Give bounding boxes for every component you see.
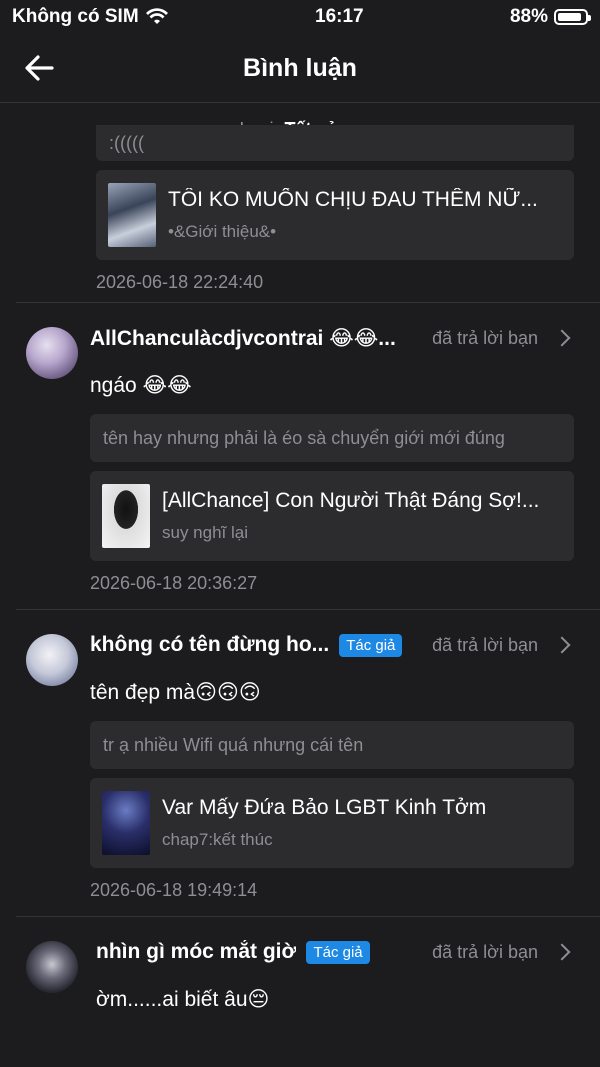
work-cover-image <box>102 484 150 548</box>
avatar[interactable] <box>26 941 78 993</box>
comment-text: ngáo 😂😂 <box>90 374 192 397</box>
replied-label: đã trả lời bạn <box>432 941 538 962</box>
comment-text: tên đẹp mà🙃🙃🙃 <box>90 681 261 704</box>
replied-label: đã trả lời bạn <box>432 327 538 348</box>
work-title: [AllChance] Con Người Thật Đáng Sợ!... <box>162 489 540 512</box>
comment-date: 2026-06-18 19:49:14 <box>90 880 258 900</box>
linked-work-card[interactable]: TÔI KO MUỐN CHỊU ĐAU THÊM NỮ... •&Giới t… <box>96 170 574 260</box>
clock-text: 16:17 <box>315 6 364 27</box>
replied-label: đã trả lời bạn <box>432 634 538 655</box>
quoted-comment-text: :((((( <box>109 132 144 153</box>
linked-work-card[interactable]: Var Mấy Đứa Bảo LGBT Kinh Tởm chap7:kết … <box>90 778 574 868</box>
chevron-right-icon <box>553 636 571 654</box>
linked-work-card[interactable]: [AllChance] Con Người Thật Đáng Sợ!... s… <box>90 471 574 561</box>
status-bar: Không có SIM 16:17 88% <box>0 0 600 34</box>
chevron-right-icon <box>553 943 571 961</box>
battery-percent: 88% <box>509 6 548 27</box>
username[interactable]: không có tên đừng ho... <box>90 633 329 657</box>
quoted-comment: tên hay nhưng phải là éo sà chuyển giới … <box>90 414 574 462</box>
username[interactable]: nhìn gì móc mắt giờ <box>96 940 296 964</box>
carrier-text: Không có SIM <box>12 6 139 27</box>
back-button[interactable] <box>22 52 58 84</box>
wifi-icon <box>145 8 168 24</box>
comment-item-partial: :((((( TÔI KO MUỐN CHỊU ĐAU THÊM NỮ... •… <box>0 125 600 302</box>
quoted-comment: tr ạ nhiều Wifi quá nhưng cái tên <box>90 721 574 769</box>
avatar[interactable] <box>26 327 78 379</box>
work-cover-image <box>108 183 156 247</box>
comment-item[interactable]: nhìn gì móc mắt giờ Tác giả đã trả lời b… <box>0 917 600 1012</box>
nav-bar: Bình luận <box>0 34 600 103</box>
comment-item[interactable]: AllChanculàcdjvcontrai 😂😂... đã trả lời … <box>0 303 600 609</box>
comment-date: 2026-06-18 22:24:40 <box>96 272 264 292</box>
work-subtitle: suy nghĩ lại <box>162 523 248 542</box>
work-subtitle: chap7:kết thúc <box>162 830 273 849</box>
page-title: Bình luận <box>243 53 357 82</box>
author-badge: Tác giả <box>339 633 403 657</box>
comment-feed: :((((( TÔI KO MUỐN CHỊU ĐAU THÊM NỮ... •… <box>0 125 600 1012</box>
work-cover-image <box>102 791 150 855</box>
comment-text: ờm......ai biết âu😔 <box>96 988 270 1011</box>
username[interactable]: AllChanculàcdjvcontrai 😂😂... <box>90 326 396 351</box>
avatar[interactable] <box>26 634 78 686</box>
author-badge: Tác giả <box>306 940 370 964</box>
work-subtitle: •&Giới thiệu&• <box>168 222 277 241</box>
quoted-comment: :((((( <box>96 125 574 161</box>
comment-date: 2026-06-18 20:36:27 <box>90 573 258 593</box>
battery-icon <box>553 9 591 25</box>
quoted-comment-text: tr ạ nhiều Wifi quá nhưng cái tên <box>103 734 364 755</box>
quoted-comment-text: tên hay nhưng phải là éo sà chuyển giới … <box>103 427 505 448</box>
chevron-right-icon <box>553 329 571 347</box>
back-arrow-icon <box>25 55 54 81</box>
work-title: TÔI KO MUỐN CHỊU ĐAU THÊM NỮ... <box>168 188 538 211</box>
comment-item[interactable]: không có tên đừng ho... Tác giả đã trả l… <box>0 610 600 916</box>
work-title: Var Mấy Đứa Bảo LGBT Kinh Tởm <box>162 796 487 819</box>
